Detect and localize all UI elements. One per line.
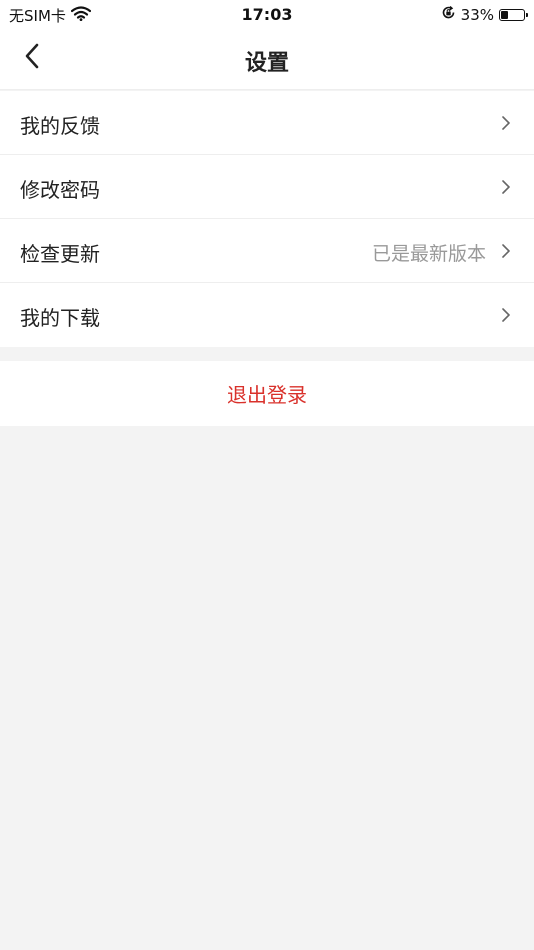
status-bar: 无SIM卡 17:03 33%	[0, 0, 534, 28]
settings-item-label: 修改密码	[20, 178, 100, 202]
settings-item-label: 检查更新	[20, 242, 100, 266]
nav-bar: 设置	[0, 28, 534, 90]
update-status-text: 已是最新版本	[371, 243, 486, 265]
chevron-right-icon	[500, 113, 512, 133]
logout-button[interactable]: 退出登录	[0, 361, 534, 426]
battery-fill	[501, 10, 508, 19]
settings-item-change-password[interactable]: 修改密码	[0, 155, 534, 219]
chevron-right-icon	[500, 241, 512, 261]
orientation-lock-icon	[441, 5, 456, 24]
settings-item-label: 我的反馈	[20, 114, 100, 138]
status-right: 33%	[441, 5, 528, 24]
settings-item-feedback[interactable]: 我的反馈	[0, 91, 534, 155]
chevron-right-icon	[500, 177, 512, 197]
battery-percent: 33%	[460, 5, 494, 24]
chevron-right-icon	[500, 305, 512, 325]
page-title: 设置	[244, 51, 289, 76]
settings-item-check-update[interactable]: 检查更新 已是最新版本	[0, 219, 534, 283]
settings-page: 无SIM卡 17:03 33% 设置 我的反馈 修改密码 检查更新 已是最新版本…	[0, 0, 534, 950]
logout-label: 退出登录	[227, 383, 307, 407]
settings-item-label: 我的下载	[20, 306, 100, 330]
settings-item-downloads[interactable]: 我的下载	[0, 283, 534, 347]
battery-icon	[499, 8, 528, 21]
settings-list: 我的反馈 修改密码 检查更新 已是最新版本 我的下载	[0, 91, 534, 347]
